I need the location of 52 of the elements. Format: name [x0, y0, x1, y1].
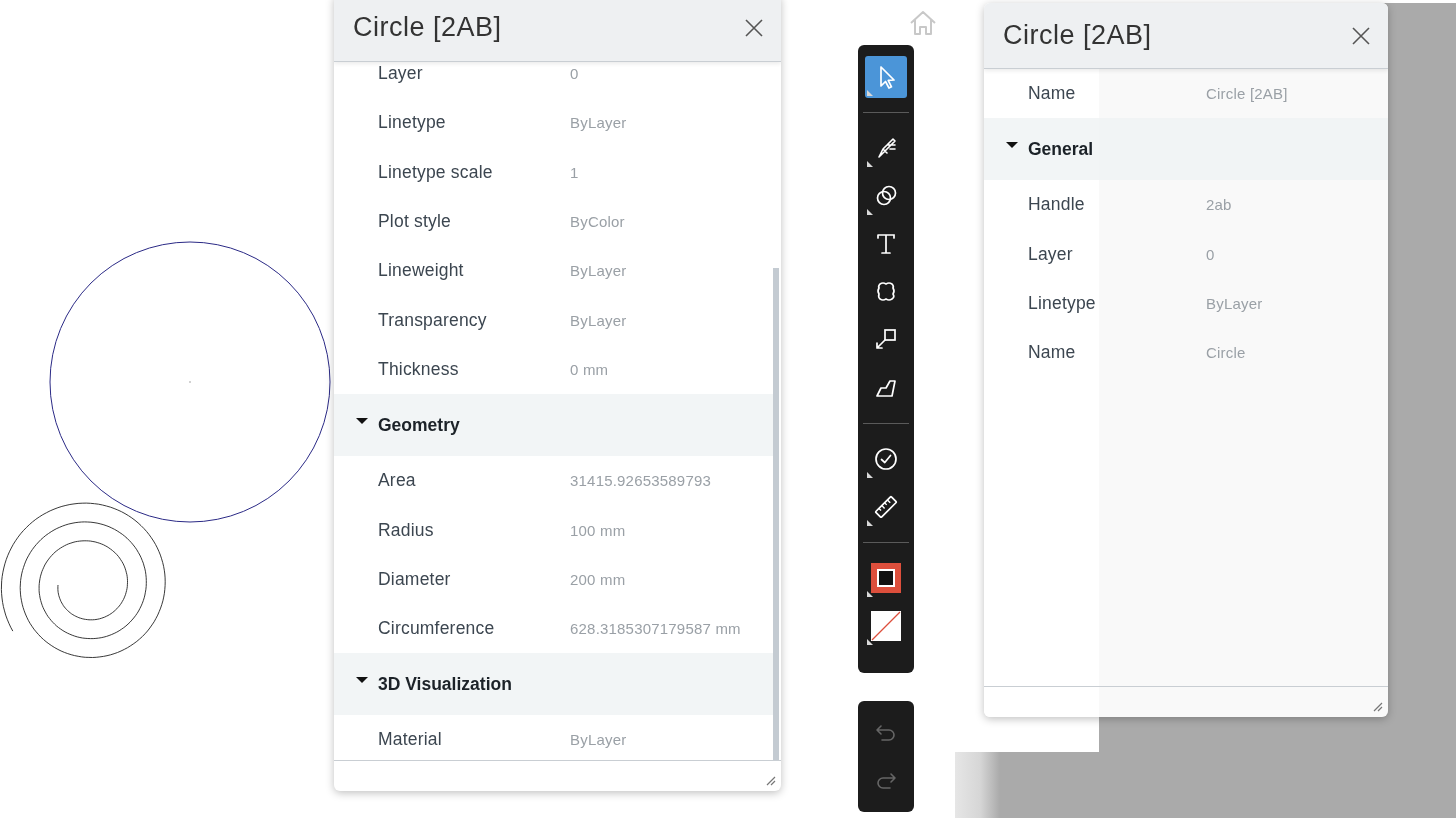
property-label: Material [378, 729, 443, 751]
property-label: Radius [378, 519, 435, 541]
resize-grip-icon[interactable] [766, 776, 776, 786]
section-header[interactable]: Geometry [334, 394, 773, 457]
property-value: 100 mm [570, 521, 627, 539]
ruler-icon [873, 494, 899, 520]
property-label: Thickness [378, 358, 460, 380]
home-icon [908, 9, 938, 37]
property-label: Diameter [378, 568, 452, 590]
close-icon [745, 18, 763, 37]
property-label: Linetype [1028, 293, 1097, 315]
property-label: Layer [1028, 243, 1074, 265]
property-label: Linetype scale [378, 161, 494, 183]
section-header[interactable]: General [984, 118, 1388, 181]
property-value: Circle [2AB] [1206, 85, 1289, 103]
property-label: Linetype [378, 112, 447, 134]
panel-title: Circle [2AB] [1003, 20, 1152, 51]
property-value: ByLayer [1206, 295, 1264, 313]
section-title: Geometry [378, 414, 461, 436]
property-label: Circumference [378, 618, 496, 640]
close-icon [1352, 26, 1370, 45]
property-value: ByLayer [570, 731, 628, 749]
check-circle-icon [873, 446, 899, 472]
property-value: ByLayer [570, 311, 628, 329]
property-value: 200 mm [570, 570, 627, 588]
property-value: 31415.92653589793 [570, 472, 713, 490]
property-label: Transparency [378, 309, 488, 331]
property-label: Layer [378, 63, 424, 85]
property-value: 628.3185307179587 mm [570, 620, 742, 638]
property-value: 1 [570, 163, 580, 181]
scrollbar[interactable] [773, 268, 779, 760]
property-label: Plot style [378, 211, 452, 233]
property-value: 0 mm [570, 360, 610, 378]
property-label: Name [1028, 342, 1077, 364]
property-label: Lineweight [378, 260, 465, 282]
property-value: 2ab [1206, 196, 1233, 214]
property-value: ByColor [570, 213, 626, 231]
property-value: ByLayer [570, 114, 628, 132]
property-value: Circle [1206, 344, 1247, 362]
section-title: General [1028, 138, 1095, 160]
property-value: 0 [1206, 245, 1216, 263]
resize-grip-icon[interactable] [1373, 702, 1383, 712]
panel-title: Circle [2AB] [353, 12, 502, 43]
property-label: Name [1028, 83, 1077, 105]
property-value: ByLayer [570, 262, 628, 280]
section-title: 3D Visualization [378, 673, 513, 695]
section-header[interactable]: 3D Visualization [334, 653, 773, 716]
property-label: Handle [1028, 194, 1086, 216]
fill-color-icon [871, 611, 901, 641]
property-label: Area [378, 470, 417, 492]
property-value: 0 [570, 65, 580, 83]
stroke-color-icon [871, 563, 901, 593]
